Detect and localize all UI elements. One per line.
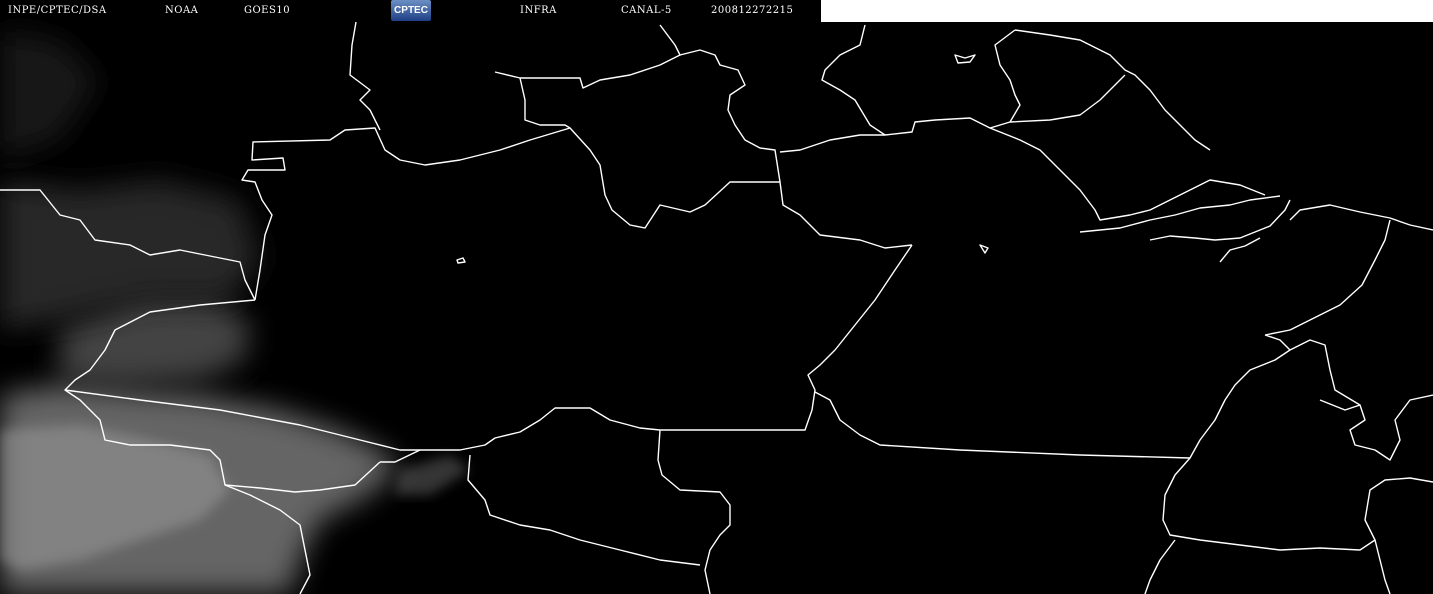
- cloud-cover: [0, 30, 470, 594]
- satellite-map: [0, 21, 1433, 594]
